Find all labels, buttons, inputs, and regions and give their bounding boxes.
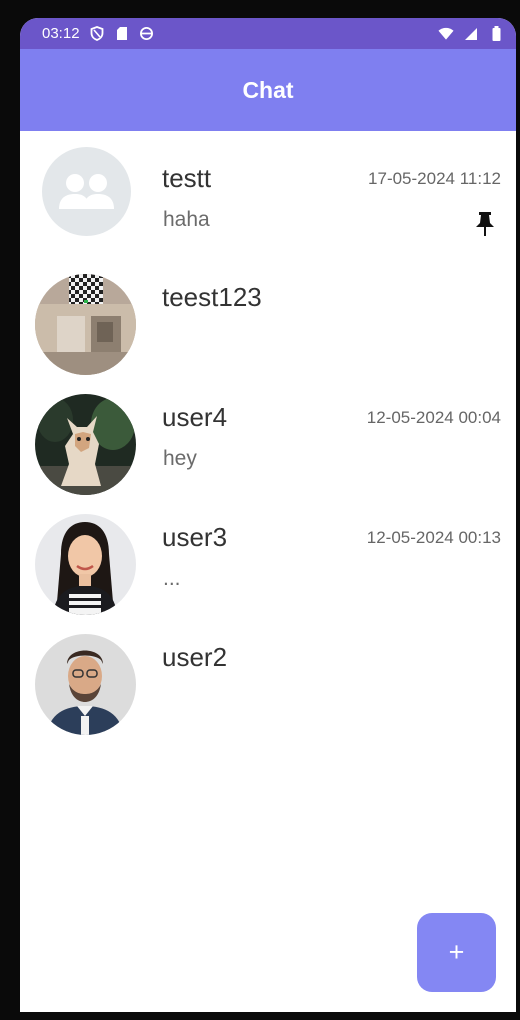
status-right xyxy=(438,26,504,42)
chat-last-message: hey xyxy=(163,447,197,470)
chat-list-item[interactable]: teest123 xyxy=(20,250,516,375)
status-time: 03:12 xyxy=(42,25,80,42)
chat-list-item[interactable]: user3 12-05-2024 00:13 ... xyxy=(20,490,516,615)
wifi-icon xyxy=(438,26,454,42)
chat-name: teest123 xyxy=(162,282,262,312)
phone-screen: 03:12 Chat testt 17-05-2024 11:12 haha t… xyxy=(20,18,516,1012)
app-bar-title: Chat xyxy=(242,76,294,103)
woman-photo-avatar xyxy=(35,514,136,615)
group-avatar xyxy=(42,147,131,236)
chat-list-item[interactable]: user4 12-05-2024 00:04 hey xyxy=(20,370,516,495)
room-photo-avatar xyxy=(35,274,136,375)
chat-timestamp: 17-05-2024 11:12 xyxy=(368,169,501,188)
app-bar: Chat xyxy=(20,49,516,131)
status-bar: 03:12 xyxy=(20,18,516,49)
chat-list-item[interactable]: testt 17-05-2024 11:12 haha xyxy=(20,131,516,252)
sync-icon xyxy=(139,26,155,42)
chat-last-message: ... xyxy=(163,567,181,590)
chat-name: user4 xyxy=(162,402,228,432)
battery-icon xyxy=(488,26,504,42)
pin-icon xyxy=(474,211,496,237)
chat-last-message: haha xyxy=(163,208,210,231)
chat-list: testt 17-05-2024 11:12 haha teest123 use… xyxy=(20,131,516,736)
shield-icon xyxy=(89,26,105,42)
chat-name: testt xyxy=(162,163,212,193)
sd-card-icon xyxy=(114,26,130,42)
plus-icon: + xyxy=(448,937,465,967)
chat-name: user2 xyxy=(162,642,228,672)
chat-list-item[interactable]: user2 xyxy=(20,610,516,735)
signal-icon xyxy=(463,26,479,42)
man-photo-avatar xyxy=(35,634,136,735)
cat-photo-avatar xyxy=(35,394,136,495)
chat-timestamp: 12-05-2024 00:13 xyxy=(366,528,501,547)
status-left: 03:12 xyxy=(42,25,155,42)
new-chat-button[interactable]: + xyxy=(417,913,496,992)
chat-name: user3 xyxy=(162,522,228,552)
chat-timestamp: 12-05-2024 00:04 xyxy=(366,408,501,427)
